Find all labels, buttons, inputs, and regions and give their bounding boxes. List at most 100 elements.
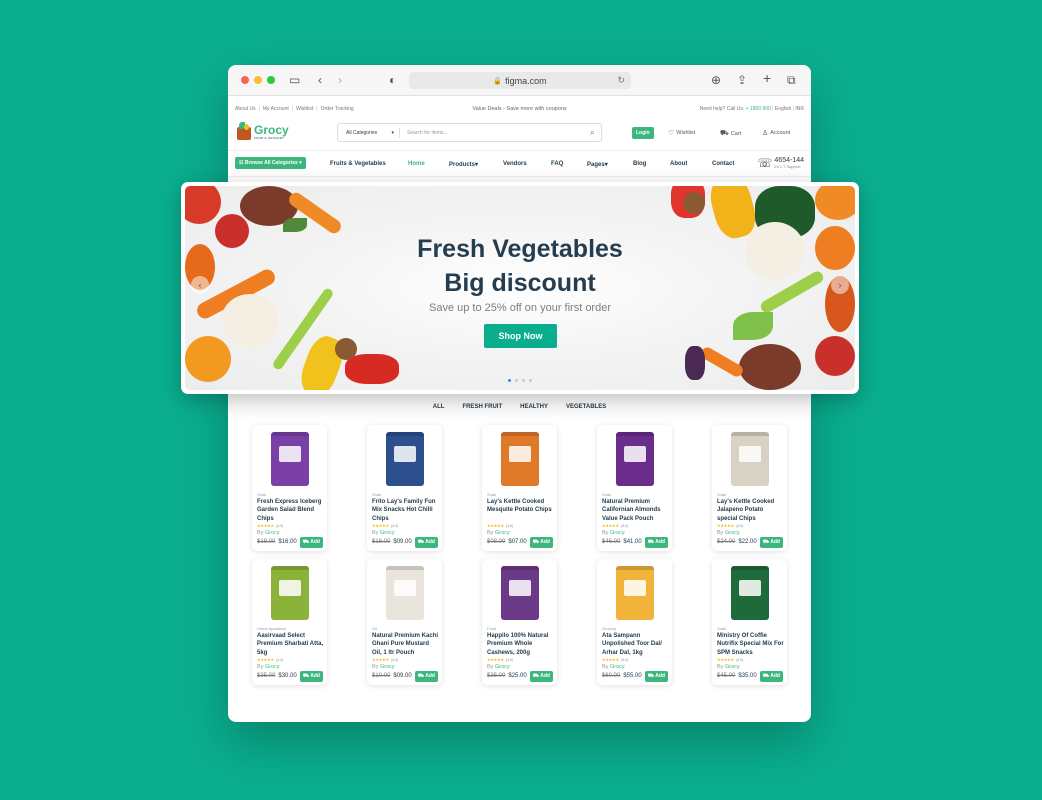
product-image[interactable] <box>501 566 539 620</box>
product-image[interactable] <box>731 566 769 620</box>
product-image[interactable] <box>271 432 309 486</box>
vendor-name[interactable]: Grocy <box>380 530 395 536</box>
login-button[interactable]: Login <box>632 127 654 139</box>
product-image[interactable] <box>386 432 424 486</box>
share-icon[interactable]: ⇪ <box>737 73 747 87</box>
add-to-cart-button[interactable]: ⛟ Add <box>529 537 553 548</box>
filter-all[interactable]: ALL <box>433 404 445 410</box>
nav-contact[interactable]: Contact <box>712 161 734 167</box>
add-to-cart-button[interactable]: ⛟ Add <box>529 671 553 682</box>
slide-dot[interactable] <box>529 379 532 382</box>
tabs-overview-icon[interactable]: ⧉ <box>787 73 796 87</box>
nav-home[interactable]: Home <box>408 161 425 167</box>
add-to-cart-button[interactable]: ⛟ Add <box>759 671 783 682</box>
download-icon[interactable]: ⊕ <box>711 73 721 87</box>
vendor-prefix: By <box>717 530 724 536</box>
sidebar-icon[interactable]: ▭ <box>289 73 300 87</box>
slide-dot[interactable] <box>508 379 511 382</box>
add-label: Add <box>540 673 550 679</box>
vendor-name[interactable]: Grocy <box>610 530 625 536</box>
product-card[interactable]: Home Appliance Aasirvaad Select Premium … <box>252 559 327 685</box>
back-icon[interactable]: ‹ <box>318 73 322 87</box>
add-to-cart-button[interactable]: ⛟ Add <box>644 671 668 682</box>
category-select[interactable]: All Categories ▾ <box>338 127 400 138</box>
filter-fresh-fruit[interactable]: FRESH FRUIT <box>462 404 502 410</box>
vendor-name[interactable]: Grocy <box>725 664 740 670</box>
address-bar[interactable]: 🔒 figma.com ↻ <box>409 72 631 89</box>
product-card[interactable]: Snak Ministry Of Coffie Nutrifix Special… <box>712 559 787 685</box>
add-to-cart-button[interactable]: ⛟ Add <box>299 671 323 682</box>
vendor-name[interactable]: Grocy <box>265 664 280 670</box>
vendor-name[interactable]: Grocy <box>725 530 740 536</box>
logo[interactable]: Grocy FOOD & GROCERY <box>235 122 289 141</box>
add-to-cart-button[interactable]: ⛟ Add <box>299 537 323 548</box>
add-to-cart-button[interactable]: ⛟ Add <box>414 537 438 548</box>
product-image[interactable] <box>616 566 654 620</box>
product-name[interactable]: Ministry Of Coffie Nutrifix Special Mix … <box>717 632 785 657</box>
star-icons: ★★★★★ <box>257 657 274 662</box>
vendor-name[interactable]: Grocy <box>380 664 395 670</box>
product-image[interactable] <box>731 432 769 486</box>
maximize-window-button[interactable] <box>267 76 275 84</box>
search-icon[interactable]: ⌕ <box>590 127 595 138</box>
shield-icon[interactable]: ◐ <box>389 73 396 87</box>
product-name[interactable]: Frito Lay's Family Fun Mix Snacks Hot Ch… <box>372 498 440 523</box>
nav-products[interactable]: Products▾ <box>449 161 478 168</box>
product-image[interactable] <box>386 566 424 620</box>
product-name[interactable]: Lay's Kettle Cooked Jalapeno Potato spec… <box>717 498 785 523</box>
product-name[interactable]: Aasirvaad Select Premium Sharbati Atta, … <box>257 632 325 657</box>
product-name[interactable]: Lay's Kettle Cooked Mesquite Potato Chip… <box>487 498 555 515</box>
product-card[interactable]: Snak Natural Premium Californian Almonds… <box>597 425 672 551</box>
cart-icon: ⛟ <box>302 539 310 545</box>
cart-link[interactable]: ⛟ Cart <box>720 129 741 138</box>
forward-icon[interactable]: › <box>338 73 342 87</box>
product-image[interactable] <box>501 432 539 486</box>
vendor-name[interactable]: Grocy <box>495 530 510 536</box>
close-window-button[interactable] <box>241 76 249 84</box>
search-input[interactable]: Search for items... <box>400 130 590 136</box>
prev-slide-icon[interactable]: ‹ <box>191 276 209 294</box>
wishlist-link[interactable]: ♡ Wishlist <box>668 129 695 137</box>
product-image[interactable] <box>616 432 654 486</box>
vendor-name[interactable]: Grocy <box>610 664 625 670</box>
nav-fruits-vegetables[interactable]: Fruits & Vegetables <box>330 161 386 167</box>
add-to-cart-button[interactable]: ⛟ Add <box>414 671 438 682</box>
shop-now-button[interactable]: Shop Now <box>484 324 557 348</box>
account-link[interactable]: ♙ Account <box>762 129 790 137</box>
browse-categories-button[interactable]: ☷ Browse All Categories ▾ <box>235 157 306 169</box>
product-image[interactable] <box>271 566 309 620</box>
product-card[interactable]: Snak Lay's Kettle Cooked Jalapeno Potato… <box>712 425 787 551</box>
next-slide-icon[interactable]: › <box>831 276 849 294</box>
nav-faq[interactable]: FAQ <box>551 161 563 167</box>
filter-vegetables[interactable]: VEGETABLES <box>566 404 606 410</box>
product-card[interactable]: Snak Frito Lay's Family Fun Mix Snacks H… <box>367 425 442 551</box>
product-card[interactable]: Snak Fresh Express Iceberg Garden Salad … <box>252 425 327 551</box>
product-name[interactable]: Natural Premium Californian Almonds Valu… <box>602 498 670 523</box>
reload-icon[interactable]: ↻ <box>617 75 625 86</box>
product-name[interactable]: Ata Sampann Unpolished Toor Dal/ Arhar D… <box>602 632 670 657</box>
filter-healthy[interactable]: HEALTHY <box>520 404 548 410</box>
add-to-cart-button[interactable]: ⛟ Add <box>759 537 783 548</box>
product-name[interactable]: Natural Premium Kachi Ghani Pure Mustard… <box>372 632 440 657</box>
nav-pages[interactable]: Pages▾ <box>587 161 608 168</box>
product-vendor: By Grocy <box>372 664 395 670</box>
product-name[interactable]: Fresh Express Iceberg Garden Salad Blend… <box>257 498 325 523</box>
product-card[interactable]: Oil Natural Premium Kachi Ghani Pure Mus… <box>367 559 442 685</box>
vendor-name[interactable]: Grocy <box>265 530 280 536</box>
product-card[interactable]: Snak Lay's Kettle Cooked Mesquite Potato… <box>482 425 557 551</box>
slide-dot[interactable] <box>515 379 518 382</box>
vendor-name[interactable]: Grocy <box>495 664 510 670</box>
new-tab-icon[interactable]: + <box>763 71 771 85</box>
current-price: $41.00 <box>623 539 642 545</box>
slide-dot[interactable] <box>522 379 525 382</box>
product-card[interactable]: Grocery Ata Sampann Unpolished Toor Dal/… <box>597 559 672 685</box>
product-name[interactable]: Happilo 100% Natural Premium Whole Cashe… <box>487 632 555 657</box>
add-to-cart-button[interactable]: ⛟ Add <box>644 537 668 548</box>
nav-about[interactable]: About <box>670 161 687 167</box>
product-card[interactable]: Food Happilo 100% Natural Premium Whole … <box>482 559 557 685</box>
nav-blog[interactable]: Blog <box>633 161 646 167</box>
nav-vendors[interactable]: Vendors <box>503 161 527 167</box>
star-icons: ★★★★★ <box>257 523 274 528</box>
minimize-window-button[interactable] <box>254 76 262 84</box>
vendor-prefix: By <box>372 530 379 536</box>
